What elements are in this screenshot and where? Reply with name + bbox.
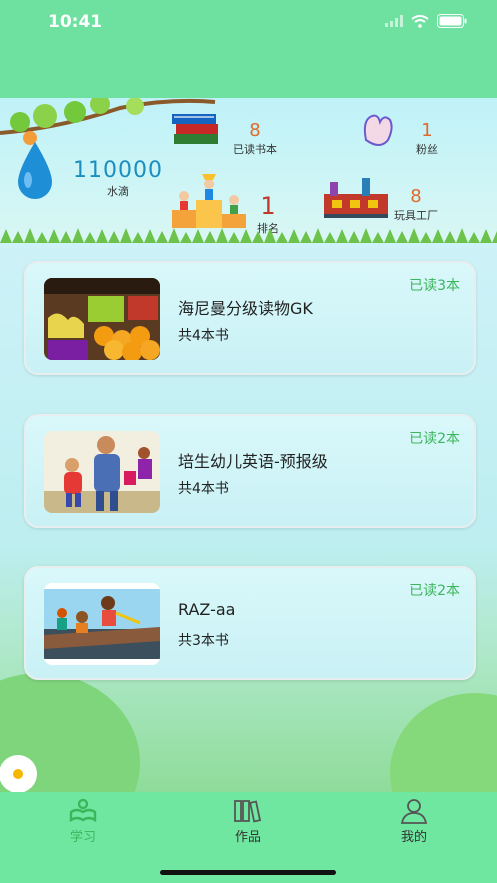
fans-value: 1 xyxy=(421,120,433,141)
hand-icon xyxy=(363,114,393,146)
water-drop-icon xyxy=(18,142,52,199)
hill-right-decoration xyxy=(390,693,497,792)
water-label: 水滴 xyxy=(107,185,129,198)
battery-icon xyxy=(437,14,467,28)
series-book-count: 共4本书 xyxy=(178,328,229,344)
status-icons xyxy=(385,14,467,28)
stats-banner: 110000 水滴 8 已读书本 1 粉丝 1 排名 8 玩具工厂 xyxy=(0,98,497,243)
series-title: 海尼曼分级读物GK xyxy=(178,299,313,318)
toy-factory-value: 8 xyxy=(410,186,422,207)
signal-icon xyxy=(385,15,403,27)
series-read-count: 已读2本 xyxy=(409,583,460,599)
header-band xyxy=(0,44,497,100)
podium-icon xyxy=(172,174,246,228)
series-read-count: 已读3本 xyxy=(409,278,460,294)
stat-toy-factory[interactable]: 8 玩具工厂 xyxy=(390,186,442,223)
series-book-count: 共4本书 xyxy=(178,481,229,497)
series-card[interactable]: 培生幼儿英语-预报级 共4本书 已读2本 xyxy=(24,414,476,528)
books-icon xyxy=(172,114,218,144)
books-shelf-icon xyxy=(234,800,262,823)
grass-decoration xyxy=(0,228,497,243)
books-read-value: 8 xyxy=(249,120,261,141)
series-cover-image xyxy=(44,431,160,513)
stat-fans[interactable]: 1 粉丝 xyxy=(405,120,449,157)
books-read-label: 已读书本 xyxy=(233,143,277,156)
series-read-count: 已读2本 xyxy=(409,431,460,447)
person-icon xyxy=(400,799,428,824)
series-card[interactable]: RAZ-aa 共3本书 已读2本 xyxy=(24,566,476,680)
series-card[interactable]: 海尼曼分级读物GK 共4本书 已读3本 xyxy=(24,261,476,375)
rank-value: 1 xyxy=(260,192,276,220)
tab-study[interactable]: 学习 xyxy=(43,798,123,845)
tab-works[interactable]: 作品 xyxy=(208,798,288,845)
series-title: 培生幼儿英语-预报级 xyxy=(178,452,328,471)
toy-factory-label: 玩具工厂 xyxy=(394,209,438,222)
status-time: 10:41 xyxy=(48,12,103,32)
daisy-decoration xyxy=(2,758,34,790)
series-title: RAZ-aa xyxy=(178,600,236,619)
home-indicator[interactable] xyxy=(160,870,336,875)
study-icon xyxy=(69,798,97,823)
wifi-icon xyxy=(411,14,429,28)
status-bar: 10:41 xyxy=(0,0,497,44)
water-value: 110000 xyxy=(73,158,163,183)
series-book-count: 共3本书 xyxy=(178,633,229,649)
factory-icon xyxy=(324,178,388,218)
tab-mine-label: 我的 xyxy=(400,830,427,845)
fans-label: 粉丝 xyxy=(416,143,438,156)
series-list[interactable]: 海尼曼分级读物GK 共4本书 已读3本 培生幼儿英语-预报级 共4本书 已读2本 xyxy=(0,243,497,792)
tab-works-label: 作品 xyxy=(234,830,261,845)
series-cover-image xyxy=(44,583,160,665)
series-cover-image xyxy=(44,278,160,360)
stat-water: 110000 水滴 xyxy=(70,158,166,199)
tab-study-label: 学习 xyxy=(69,830,96,845)
tab-mine[interactable]: 我的 xyxy=(374,798,454,845)
stat-books-read[interactable]: 8 已读书本 xyxy=(225,120,285,157)
